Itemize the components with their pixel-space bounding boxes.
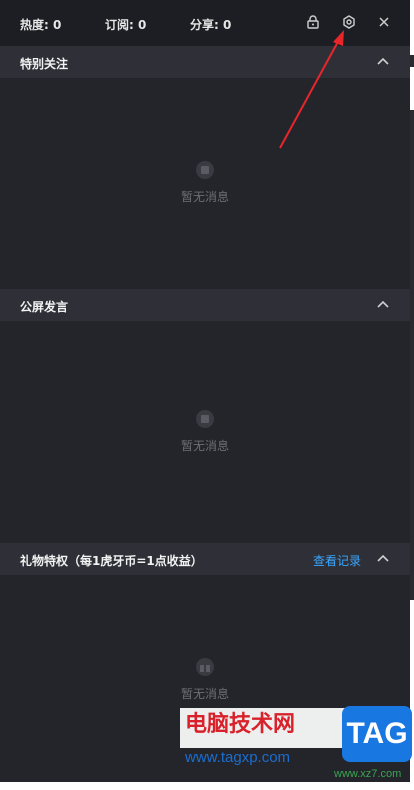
- annotation-arrow: [279, 30, 344, 149]
